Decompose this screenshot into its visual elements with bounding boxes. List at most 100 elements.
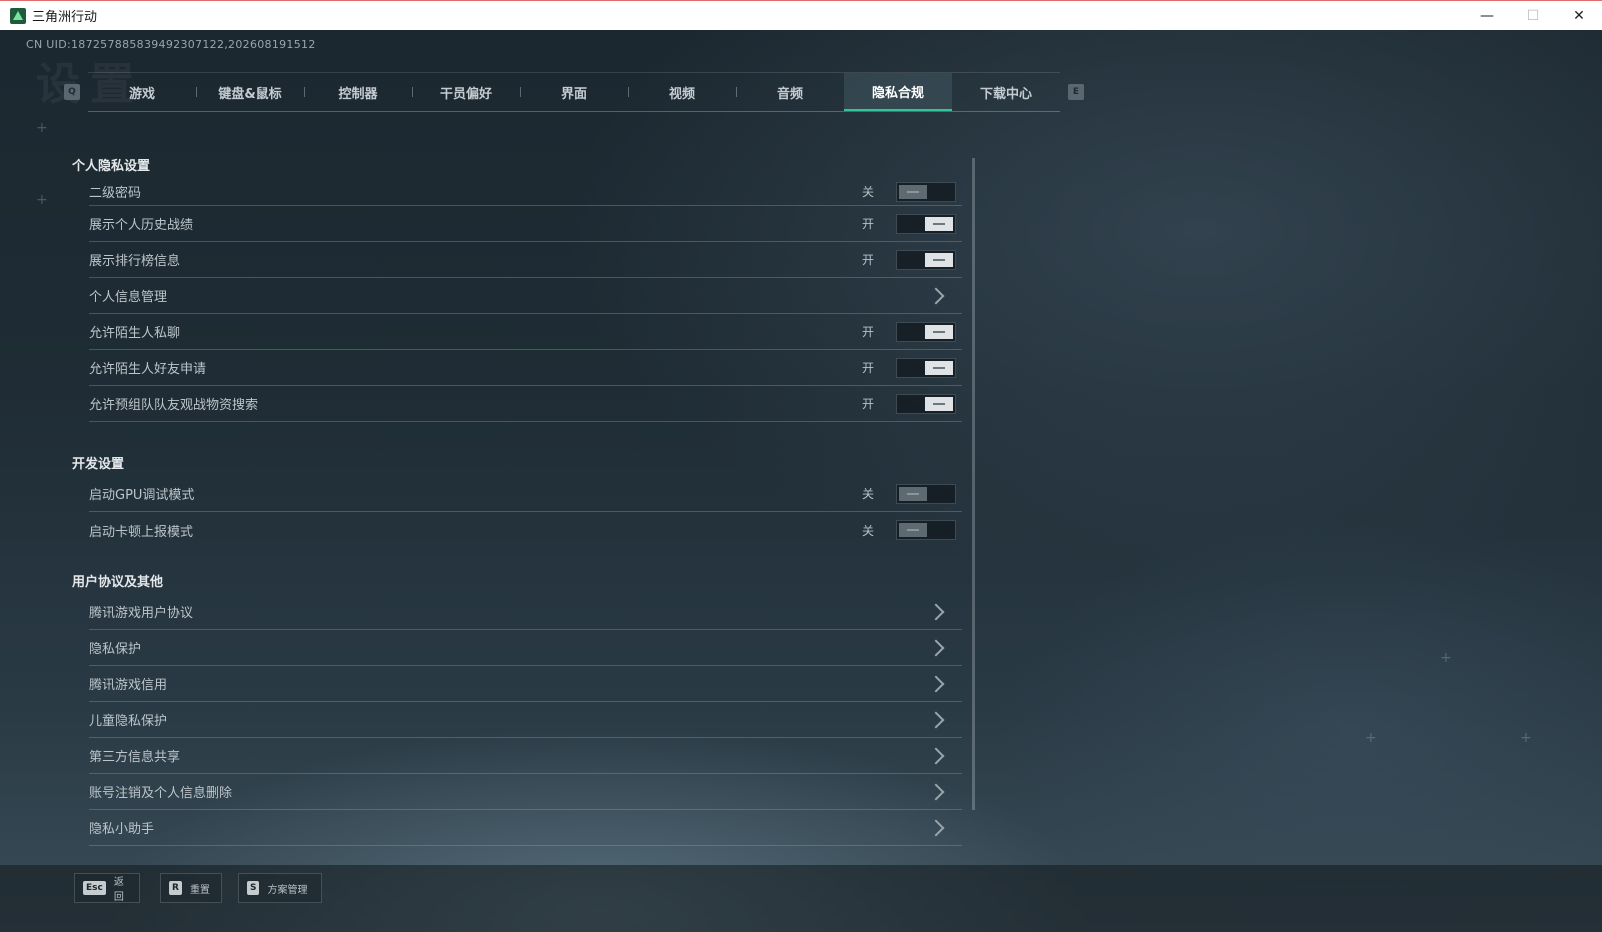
uid-label: CN UID:1872578858394923071​22,2026081915… <box>26 38 316 51</box>
link-label: 腾讯游戏信用 <box>89 678 168 693</box>
chevron-right-icon <box>927 711 945 728</box>
section-title-privacy: 个人隐私设置 <box>72 159 151 174</box>
window-controls: — ☐ ✕ <box>1464 1 1602 31</box>
toggle-knob <box>925 324 953 339</box>
reset-button[interactable]: R 重置 <box>160 873 222 903</box>
settings-list: 个人隐私设置 二级密码 关 展示个人历史战绩 开 展示排行榜信息 开 个人信息管… <box>72 152 967 856</box>
tab-game[interactable]: 游戏 <box>88 73 196 111</box>
link-row-privacy-assistant[interactable]: 隐私小助手 <box>89 810 962 846</box>
chevron-right-icon <box>927 747 945 764</box>
section-title-dev: 开发设置 <box>72 457 125 472</box>
toggle-switch[interactable] <box>896 357 956 378</box>
toggle-switch[interactable] <box>896 181 956 202</box>
link-row-child-privacy[interactable]: 儿童隐私保护 <box>89 702 962 738</box>
toggle-knob <box>925 216 953 231</box>
toggle-switch[interactable] <box>896 213 956 234</box>
link-label: 隐私小助手 <box>89 822 155 837</box>
setting-label: 展示排行榜信息 <box>89 254 181 269</box>
tab-privacy-compliance[interactable]: 隐私合规 <box>844 73 952 111</box>
chevron-right-icon <box>927 819 945 836</box>
reset-label: 重置 <box>189 884 210 896</box>
tab-audio[interactable]: 音频 <box>736 73 844 111</box>
toggle-knob <box>925 252 953 267</box>
setting-label: 允许陌生人私聊 <box>89 326 181 341</box>
toggle-state-text: 开 <box>862 397 875 411</box>
setting-row-secondary-password[interactable]: 二级密码 关 <box>89 178 962 206</box>
toggle-state-text: 开 <box>862 361 875 375</box>
setting-label: 允许预组队队友观战物资搜索 <box>89 398 259 413</box>
toggle-knob <box>899 523 927 537</box>
toggle-switch[interactable] <box>896 520 956 540</box>
setting-row-squad-spectate-search[interactable]: 允许预组队队友观战物资搜索 开 <box>89 386 962 422</box>
settings-screen: 设置 CN UID:1872578858394923071​22,2026081… <box>0 30 1602 932</box>
app-logo-icon <box>10 7 26 24</box>
section-title-agreements: 用户协议及其他 <box>72 575 164 590</box>
key-hint-s: S <box>247 881 260 895</box>
setting-row-stranger-chat[interactable]: 允许陌生人私聊 开 <box>89 314 962 350</box>
toggle-state-text: 关 <box>862 185 875 199</box>
next-tab-key-e[interactable]: E <box>1068 84 1084 100</box>
crosshair-decoration-icon: + <box>36 192 48 208</box>
tab-operator-preferences[interactable]: 干员偏好 <box>412 73 520 111</box>
setting-row-stutter-report[interactable]: 启动卡顿上报模式 关 <box>89 512 962 548</box>
setting-label: 展示个人历史战绩 <box>89 218 194 233</box>
window-titlebar: 三角洲行动 — ☐ ✕ <box>0 0 1602 30</box>
link-row-user-agreement[interactable]: 腾讯游戏用户协议 <box>89 594 962 630</box>
setting-label: 启动卡顿上报模式 <box>89 524 194 540</box>
toggle-switch[interactable] <box>896 393 956 414</box>
toggle-knob <box>899 184 927 199</box>
link-label: 第三方信息共享 <box>89 750 181 765</box>
tab-interface[interactable]: 界面 <box>520 73 628 111</box>
link-row-game-credit[interactable]: 腾讯游戏信用 <box>89 666 962 702</box>
setting-row-stranger-friend-request[interactable]: 允许陌生人好友申请 开 <box>89 350 962 386</box>
crosshair-decoration-icon: + <box>1365 730 1377 746</box>
link-row-third-party-sharing[interactable]: 第三方信息共享 <box>89 738 962 774</box>
link-label: 儿童隐私保护 <box>89 714 168 729</box>
tab-list: 游戏 键盘&鼠标 控制器 干员偏好 界面 视频 音频 隐私合规 下载中心 <box>88 72 1060 112</box>
toggle-state-text: 关 <box>862 523 875 538</box>
key-hint-esc: Esc <box>83 881 106 895</box>
toggle-switch[interactable] <box>896 249 956 270</box>
toggle-state-text: 开 <box>862 325 875 339</box>
key-hint-r: R <box>169 881 182 895</box>
back-label: 返回 <box>113 877 124 903</box>
chevron-right-icon <box>927 603 945 620</box>
maximize-button[interactable]: ☐ <box>1510 1 1556 31</box>
scrollbar[interactable] <box>972 158 975 810</box>
chevron-right-icon <box>927 639 945 656</box>
setting-label: 二级密码 <box>89 186 142 201</box>
setting-row-gpu-debug[interactable]: 启动GPU调试模式 关 <box>89 476 962 512</box>
setting-row-show-history[interactable]: 展示个人历史战绩 开 <box>89 206 962 242</box>
setting-row-show-leaderboard[interactable]: 展示排行榜信息 开 <box>89 242 962 278</box>
link-row-account-deletion[interactable]: 账号注销及个人信息删除 <box>89 774 962 810</box>
tab-keyboard-mouse[interactable]: 键盘&鼠标 <box>196 73 304 111</box>
tab-download-center[interactable]: 下载中心 <box>952 73 1060 111</box>
toggle-switch[interactable] <box>896 483 956 504</box>
tab-video[interactable]: 视频 <box>628 73 736 111</box>
close-button[interactable]: ✕ <box>1556 1 1602 31</box>
crosshair-decoration-icon: + <box>36 120 48 136</box>
crosshair-decoration-icon: + <box>1520 730 1532 746</box>
toggle-state-text: 开 <box>862 217 875 231</box>
link-label: 账号注销及个人信息删除 <box>89 786 233 801</box>
chevron-right-icon <box>927 675 945 692</box>
setting-row-personal-info-management[interactable]: 个人信息管理 <box>89 278 962 314</box>
crosshair-decoration-icon: + <box>1440 650 1452 666</box>
prev-tab-key-q[interactable]: Q <box>64 84 80 100</box>
toggle-switch[interactable] <box>896 321 956 342</box>
tab-controller[interactable]: 控制器 <box>304 73 412 111</box>
scheme-management-label: 方案管理 <box>267 884 308 896</box>
toggle-state-text: 开 <box>862 253 875 267</box>
scheme-management-button[interactable]: S 方案管理 <box>238 873 322 903</box>
link-row-privacy-protection[interactable]: 隐私保护 <box>89 630 962 666</box>
link-label: 隐私保护 <box>89 642 142 657</box>
settings-tab-bar: Q 游戏 键盘&鼠标 控制器 干员偏好 界面 视频 音频 隐私合规 下载中心 E <box>64 72 1084 112</box>
back-button[interactable]: Esc 返回 <box>74 873 140 903</box>
toggle-knob <box>899 486 927 501</box>
minimize-button[interactable]: — <box>1464 1 1510 31</box>
chevron-right-icon <box>927 287 945 304</box>
toggle-knob <box>925 396 953 411</box>
toggle-state-text: 关 <box>862 487 875 501</box>
setting-label: 个人信息管理 <box>89 290 168 305</box>
toggle-knob <box>925 360 953 375</box>
